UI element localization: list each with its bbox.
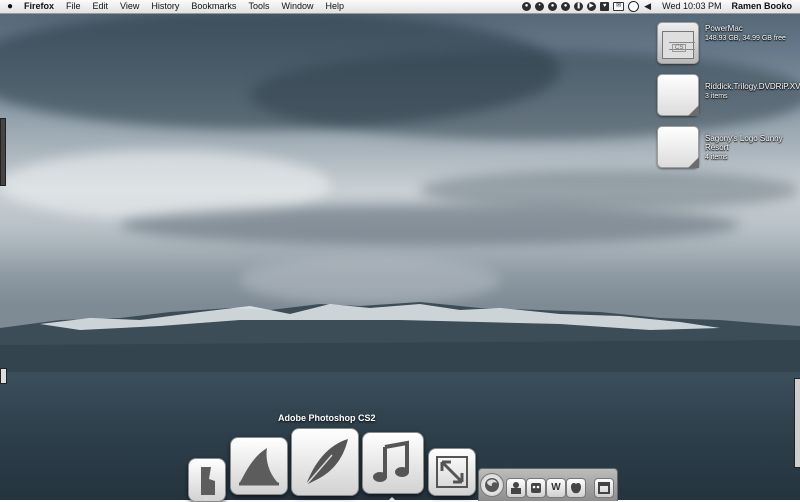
mountain-range (0, 302, 800, 380)
apple-icon[interactable] (566, 478, 586, 498)
menu-help[interactable]: Help (319, 0, 350, 13)
desktop-item-name: PowerMac (705, 24, 743, 33)
desktop-item-name: Sagony's Logo Sunny Resort (705, 134, 783, 152)
menu-tools[interactable]: Tools (242, 0, 275, 13)
menu-bookmarks[interactable]: Bookmarks (185, 0, 242, 13)
right-drawer-tab[interactable] (794, 378, 800, 468)
menu-view[interactable]: View (114, 0, 145, 13)
menu-user-name[interactable]: Ramen Booko (727, 0, 800, 13)
dock-resize[interactable] (428, 448, 476, 496)
finder-icon (201, 467, 215, 495)
cloud (420, 170, 800, 210)
shark-fin-icon (239, 448, 279, 486)
menu-app-name[interactable]: Firefox (20, 0, 60, 13)
display-icon[interactable] (628, 1, 640, 12)
desktop-item-powermac[interactable]: CS PowerMac 148.93 GB, 34.99 GB free (657, 22, 800, 66)
menu-edit[interactable]: Edit (87, 0, 115, 13)
play-icon[interactable]: ▶ (587, 2, 597, 11)
network-icon[interactable]: ● (548, 2, 558, 11)
menu-history[interactable]: History (145, 0, 185, 13)
resize-arrow-icon (436, 456, 468, 488)
menu-clock[interactable]: Wed 10:03 PM (654, 0, 727, 13)
desktop-item-info: 4 items (705, 154, 728, 161)
chat-icon[interactable]: • (535, 2, 545, 11)
pause-icon[interactable]: ❚ (574, 2, 584, 11)
desktop-item-info: 148.93 GB, 34.99 GB free (705, 35, 786, 42)
record-icon[interactable]: ● (561, 2, 571, 11)
menu-file[interactable]: File (60, 0, 87, 13)
left-scroll-tab[interactable] (0, 368, 7, 384)
desktop-item-riddick[interactable]: Riddick.Trilogy.DVDRiP.XViD 3 items (657, 74, 800, 118)
firefox-icon[interactable] (480, 473, 504, 497)
robot-icon[interactable] (526, 478, 546, 498)
hard-drive-icon[interactable]: CS (657, 22, 699, 64)
folder-icon[interactable] (657, 126, 699, 168)
music-note-icon (373, 440, 409, 482)
volume-icon[interactable]: ◀ (643, 2, 652, 11)
dock-itunes[interactable] (362, 432, 424, 494)
dock-photoshop[interactable] (291, 428, 359, 496)
apple-icon[interactable]: ● (0, 0, 20, 13)
window-icon[interactable] (594, 478, 614, 498)
dock-finder[interactable] (188, 458, 226, 502)
heart-icon[interactable]: ♥ (600, 2, 610, 11)
cloud (120, 205, 740, 245)
folder-icon[interactable] (657, 74, 699, 116)
menu-extras: ● • ● ● ❚ ▶ ♥ ✉ ◀ Wed 10:03 PM Ramen Boo… (520, 0, 800, 13)
feather-icon (305, 439, 348, 486)
dock-mail[interactable] (230, 437, 288, 495)
desktop-item-info: 3 items (705, 93, 728, 100)
word-icon[interactable]: W (546, 478, 566, 498)
drive-badge: CS (672, 44, 687, 52)
user-silhouette-icon[interactable]: ● (522, 2, 532, 11)
menu-bar: ● Firefox File Edit View History Bookmar… (0, 0, 800, 14)
menu-window[interactable]: Window (275, 0, 319, 13)
left-drawer-tab[interactable] (0, 118, 6, 186)
desktop-item-name: Riddick.Trilogy.DVDRiP.XViD (705, 82, 800, 91)
dock-tooltip: Adobe Photoshop CS2 (278, 413, 376, 423)
desktop-item-sagony[interactable]: Sagony's Logo Sunny Resort 4 items (657, 126, 800, 170)
camera-icon[interactable] (506, 478, 526, 498)
mail-icon[interactable]: ✉ (613, 2, 625, 11)
